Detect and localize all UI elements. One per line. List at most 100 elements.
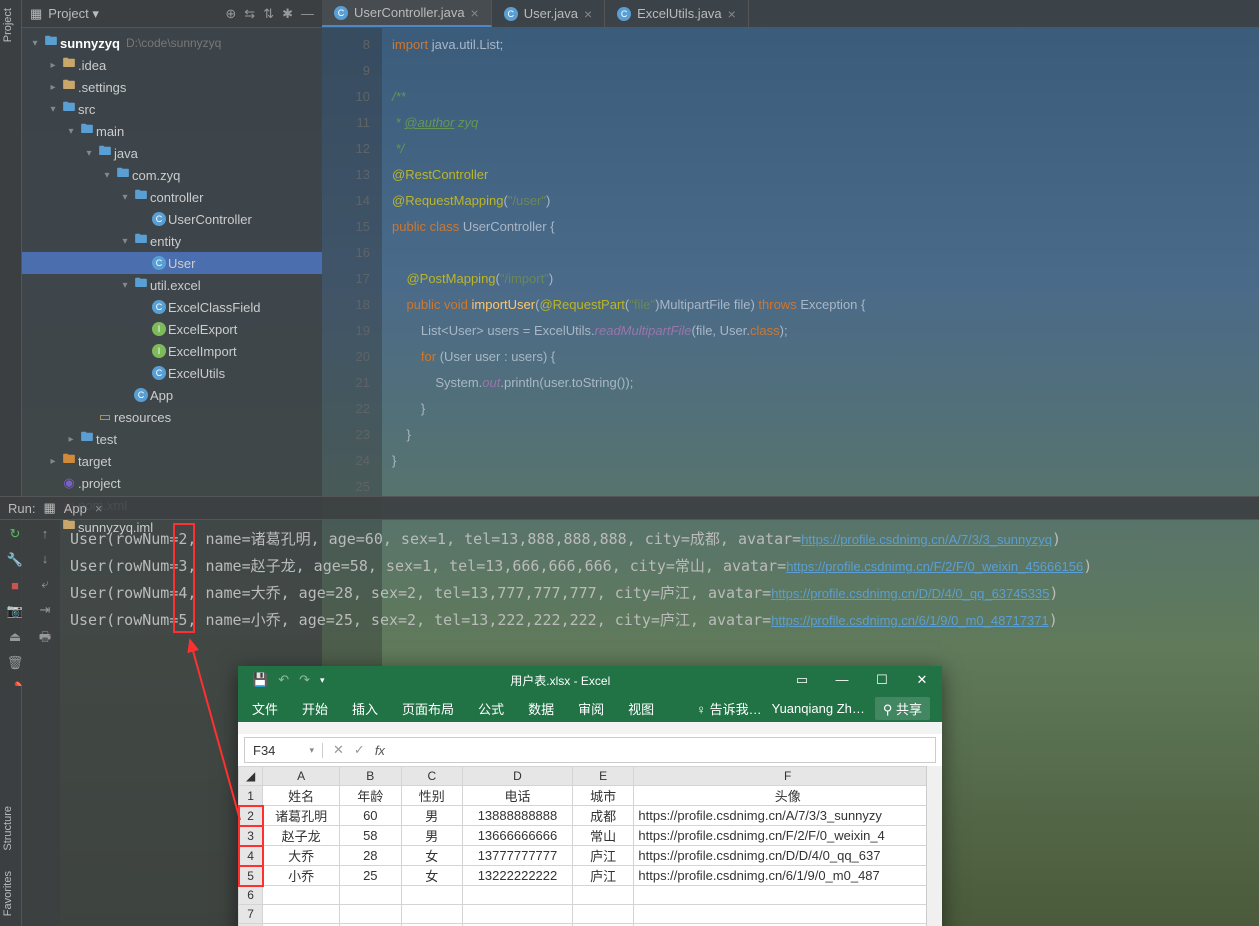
tree-item-usercontroller[interactable]: CUserController [22,208,322,230]
tree-item-user[interactable]: CUser [22,252,322,274]
close-icon[interactable]: ✕ [902,672,942,688]
tree-arrow-icon[interactable]: ▾ [118,192,132,203]
minimize-icon[interactable]: — [822,672,862,688]
trash-icon[interactable]: 🗑 [7,655,24,671]
row-header-5[interactable]: 5 [239,866,263,886]
ribbon-tab-页面布局[interactable]: 页面布局 [400,695,456,722]
row-header-6[interactable]: 6 [239,886,263,905]
row-header-7[interactable]: 7 [239,905,263,924]
tree-arrow-icon[interactable]: ▸ [46,82,60,93]
tree-item-main[interactable]: ▾🖿main [22,120,322,142]
share-button[interactable]: ⚲ 共享 [875,697,930,720]
cell[interactable]: 女 [401,866,463,886]
tab-usercontroller-java[interactable]: CUserController.java× [322,0,492,27]
qat-dropdown-icon[interactable]: ▾ [320,675,325,686]
collapse-icon[interactable]: ⇅ [263,6,274,22]
user-label[interactable]: Yuanqiang Zh… [772,701,865,716]
cell[interactable]: https://profile.csdnimg.cn/6/1/9/0_m0_48… [634,866,942,886]
console-link[interactable]: https://profile.csdnimg.cn/6/1/9/0_m0_48… [771,613,1049,628]
camera-icon[interactable]: 📷 [7,603,23,619]
cell[interactable]: 女 [401,846,463,866]
cell[interactable] [634,905,942,924]
redo-icon[interactable]: ↷ [299,672,310,688]
col-header-B[interactable]: B [340,767,402,786]
cell[interactable]: 男 [401,806,463,826]
up-icon[interactable]: ↑ [42,526,49,541]
tree-arrow-icon[interactable]: ▾ [82,148,96,159]
tab-close-icon[interactable]: × [471,5,479,21]
cell[interactable]: 28 [340,846,402,866]
fx-ok-icon[interactable]: ✓ [354,742,365,758]
cell[interactable]: 常山 [572,826,634,846]
tree-item-target[interactable]: ▸🖿target [22,450,322,472]
tree-item-excelutils[interactable]: CExcelUtils [22,362,322,384]
tree-item-app[interactable]: CApp [22,384,322,406]
tree-item--settings[interactable]: ▸🖿.settings [22,76,322,98]
tree-item-com-zyq[interactable]: ▾🖿com.zyq [22,164,322,186]
cell[interactable] [340,886,402,905]
cell[interactable]: 姓名 [263,786,340,806]
cell[interactable]: 头像 [634,786,942,806]
excel-titlebar[interactable]: 💾 ↶ ↷ ▾ 用户表.xlsx - Excel ▭ — ☐ ✕ [238,666,942,694]
scroll-icon[interactable]: ⇥ [40,602,51,618]
exit-icon[interactable]: ⏏ [9,629,21,645]
cell[interactable]: 电话 [463,786,573,806]
tree-item-java[interactable]: ▾🖿java [22,142,322,164]
settings-icon[interactable]: ✱ [282,6,293,22]
tree-item-excelclassfield[interactable]: CExcelClassField [22,296,322,318]
cell[interactable]: 小乔 [263,866,340,886]
cell[interactable]: 13888888888 [463,806,573,826]
tree-item-controller[interactable]: ▾🖿controller [22,186,322,208]
col-header-C[interactable]: C [401,767,463,786]
undo-icon[interactable]: ↶ [278,672,289,688]
stop-icon[interactable]: ■ [11,578,19,593]
tree-item--project[interactable]: ◉.project [22,472,322,494]
cell[interactable]: 大乔 [263,846,340,866]
ribbon-tab-公式[interactable]: 公式 [476,695,506,722]
run-config-name[interactable]: App [64,501,87,516]
hide-icon[interactable]: — [301,6,314,22]
ribbon-tab-开始[interactable]: 开始 [300,695,330,722]
locate-icon[interactable]: ⊕ [225,6,236,22]
debug-icon[interactable]: 🔧 [7,552,23,568]
tree-arrow-icon[interactable]: ▾ [46,104,60,115]
cell[interactable]: 赵子龙 [263,826,340,846]
ribbon-tab-数据[interactable]: 数据 [526,695,556,722]
fx-cancel-icon[interactable]: ✕ [333,742,344,758]
project-tool-tab[interactable]: Project [0,0,21,50]
cell[interactable]: 成都 [572,806,634,826]
cell[interactable]: 城市 [572,786,634,806]
tree-arrow-icon[interactable]: ▸ [64,434,78,445]
tree-arrow-icon[interactable]: ▸ [46,60,60,71]
cell[interactable] [634,886,942,905]
tree-item--idea[interactable]: ▸🖿.idea [22,54,322,76]
print-icon[interactable]: 🖶 [39,628,51,650]
favorites-tool-tab[interactable]: Favorites [0,861,21,926]
col-header-E[interactable]: E [572,767,634,786]
structure-tool-tab[interactable]: Structure [0,796,21,861]
ribbon-opts-icon[interactable]: ▭ [782,672,822,688]
cell[interactable]: 庐江 [572,846,634,866]
ribbon-tab-插入[interactable]: 插入 [350,695,380,722]
cell[interactable]: 诸葛孔明 [263,806,340,826]
cell[interactable] [401,905,463,924]
tree-arrow-icon[interactable]: ▸ [46,456,60,467]
tree-item-sunnyzyq[interactable]: ▾🖿sunnyzyqD:\code\sunnyzyq [22,32,322,54]
cell[interactable] [263,886,340,905]
cell[interactable]: 25 [340,866,402,886]
tree-arrow-icon[interactable]: ▾ [28,38,42,49]
tab-close-icon[interactable]: × [584,6,592,22]
tellme[interactable]: ♀ 告诉我… [696,699,761,718]
cell[interactable] [340,905,402,924]
col-header-F[interactable]: F [634,767,942,786]
cell[interactable]: https://profile.csdnimg.cn/F/2/F/0_weixi… [634,826,942,846]
wrap-icon[interactable]: ⤶ [41,576,48,592]
cell[interactable]: https://profile.csdnimg.cn/A/7/3/3_sunny… [634,806,942,826]
tree-item-src[interactable]: ▾🖿src [22,98,322,120]
down-icon[interactable]: ↓ [42,551,49,566]
excel-scrollbar[interactable] [926,766,942,926]
run-tab-close[interactable]: × [95,501,103,516]
tab-close-icon[interactable]: × [728,6,736,22]
cell[interactable] [572,886,634,905]
cell[interactable]: 13777777777 [463,846,573,866]
